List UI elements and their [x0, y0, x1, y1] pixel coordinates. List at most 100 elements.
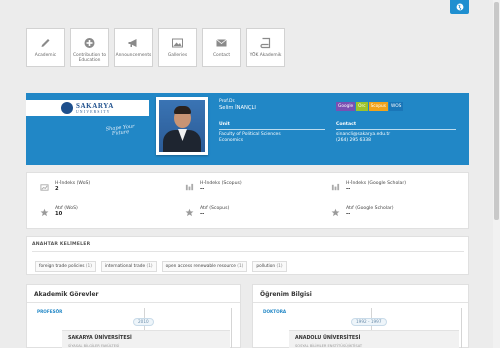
star-icon [185, 208, 194, 217]
unit-label: Unit [219, 122, 230, 127]
university-name: SAKARYA [76, 101, 114, 110]
image-icon [172, 38, 183, 48]
metric-label: H-İndeks (WoS) [55, 181, 91, 186]
person-name: Selim İNANÇLI [219, 105, 256, 111]
tile-academic[interactable]: Academic [26, 28, 65, 67]
tile-label: Galleries [167, 53, 188, 58]
keyword-tag[interactable]: foreign trade policies (1) [35, 261, 96, 272]
metric-value: -- [346, 211, 351, 217]
timeline-entry: SAKARYA ÜNİVERSİTESİ SİYASAL BİLGİLER FA… [62, 330, 230, 348]
google-scholar-badge[interactable]: Google [336, 102, 356, 111]
keyword-count: (1) [276, 264, 283, 269]
metric-label: H-İndeks (Scopus) [200, 181, 242, 186]
book-icon [260, 37, 271, 49]
contact-divider [336, 129, 456, 130]
star-icon [331, 208, 340, 217]
metric-h-index-wos: H-İndeks (WoS) 2 [40, 181, 90, 192]
scrollbar-thumb[interactable] [494, 2, 499, 220]
timeline-line [231, 308, 232, 348]
tile-contribution-to-education[interactable]: Contribution to Education [70, 28, 109, 67]
pencil-icon [41, 39, 50, 47]
university-logo: SAKARYA UNIVERSITY [26, 100, 149, 116]
panel-title: Öğrenim Bilgisi [260, 291, 312, 298]
slogan-line2: Future [111, 129, 130, 137]
metric-value: -- [346, 186, 351, 192]
keyword-tag[interactable]: open access renewable resource (1) [161, 261, 248, 272]
chart-icon [40, 184, 49, 191]
keyword-tag[interactable]: international trade (1) [100, 261, 157, 272]
scopus-badge[interactable]: Scopus [368, 102, 388, 111]
metric-h-index-google: H-İndeks (Google Scholar) -- [331, 181, 406, 192]
tile-label: Contact [212, 53, 231, 58]
metric-value: -- [200, 186, 205, 192]
chart-icon [185, 183, 194, 191]
university-seal-icon [61, 102, 74, 114]
entry-title: ANADOLU ÜNİVERSİTESİ [295, 336, 361, 341]
keywords-divider [32, 251, 464, 252]
tile-label: Announcements [115, 53, 152, 58]
keyword-count: (1) [85, 264, 92, 269]
keyword-text: pollution [256, 264, 276, 269]
tile-label: YÖK Akademik [249, 53, 282, 58]
timeline-line [461, 308, 462, 348]
university-word: UNIVERSITY [76, 109, 111, 114]
academic-title: Prof.Dr. [219, 99, 236, 104]
portrait-image [159, 100, 205, 152]
nav-tiles: Academic Contribution to Education Annou… [26, 28, 285, 67]
year-pill: 2010 [133, 318, 154, 326]
academic-positions-panel: Akademik Görevler PROFESÖR 2010 SAKARYA … [26, 284, 241, 348]
unit-line2: Economics [219, 138, 244, 143]
metric-h-index-scopus: H-İndeks (Scopus) -- [185, 181, 242, 192]
keywords-card: ANAHTAR KELİMELER foreign trade policies… [26, 236, 469, 275]
unit-divider [219, 129, 325, 130]
metric-value: 10 [55, 211, 63, 217]
profile-header: SAKARYA UNIVERSITY Shape Your Future Pro… [26, 93, 469, 165]
year-pill: 1992 - 1997 [351, 318, 387, 326]
metric-value: 2 [55, 186, 59, 192]
megaphone-icon [128, 39, 137, 47]
keyword-count: (1) [146, 264, 153, 269]
tile-galleries[interactable]: Galleries [158, 28, 197, 67]
slogan: Shape Your Future [105, 124, 136, 138]
globe-icon [456, 3, 463, 11]
metric-label: H-İndeks (Google Scholar) [346, 181, 407, 186]
keyword-tag[interactable]: pollution (1) [252, 261, 287, 272]
entry-title: SAKARYA ÜNİVERSİTESİ [68, 336, 132, 341]
tile-announcements[interactable]: Announcements [114, 28, 153, 67]
plus-circle-icon [84, 38, 95, 48]
metric-label: Atıf (Scopus) [200, 206, 230, 211]
profile-badges: Google Orc Scopus WOS [336, 102, 404, 111]
profile-photo [156, 97, 208, 155]
page-scrollbar[interactable] [493, 0, 500, 348]
metric-label: Atıf (Google Scholar) [346, 206, 394, 211]
orcid-badge[interactable]: Orc [356, 102, 368, 111]
keyword-count: (1) [237, 264, 244, 269]
chart-icon [331, 183, 340, 191]
contact-phone: (264) 295 6338 [336, 138, 372, 143]
keyword-text: foreign trade policies [39, 264, 85, 269]
keywords-title: ANAHTAR KELİMELER [32, 242, 91, 247]
entry-subtitle: SİYASAL BİLGİLER FAKÜLTESİ [68, 344, 120, 348]
education-degree: DOKTORA [263, 309, 287, 314]
panel-title: Akademik Görevler [34, 291, 99, 298]
tile-contact[interactable]: Contact [202, 28, 241, 67]
position-rank: PROFESÖR [37, 309, 63, 314]
keyword-text: international trade [104, 264, 146, 269]
metric-citations-google: Atıf (Google Scholar) -- [331, 206, 394, 217]
entry-subtitle: SOSYAL BİLİMLER ENSTİTÜSÜ/İKTİSAT [295, 344, 363, 348]
tile-yok-akademik[interactable]: YÖK Akademik [246, 28, 285, 67]
contact-label: Contact [336, 122, 357, 127]
keyword-text: open access renewable resource [165, 264, 236, 269]
metrics-card: H-İndeks (WoS) 2 H-İndeks (Scopus) -- H-İn… [26, 172, 469, 229]
tile-label: Contribution to Education [72, 53, 107, 63]
star-icon [40, 208, 49, 217]
wos-badge[interactable]: WOS [389, 102, 404, 111]
panel-divider [27, 302, 240, 303]
tile-label: Academic [34, 53, 57, 58]
envelope-icon [216, 39, 227, 47]
metric-citations-scopus: Atıf (Scopus) -- [185, 206, 229, 217]
metric-value: -- [200, 211, 205, 217]
language-globe-button[interactable] [450, 0, 469, 14]
education-panel: Öğrenim Bilgisi DOKTORA 1992 - 1997 ANAD… [252, 284, 469, 348]
metric-citations-wos: Atıf (WoS) 10 [40, 206, 78, 217]
